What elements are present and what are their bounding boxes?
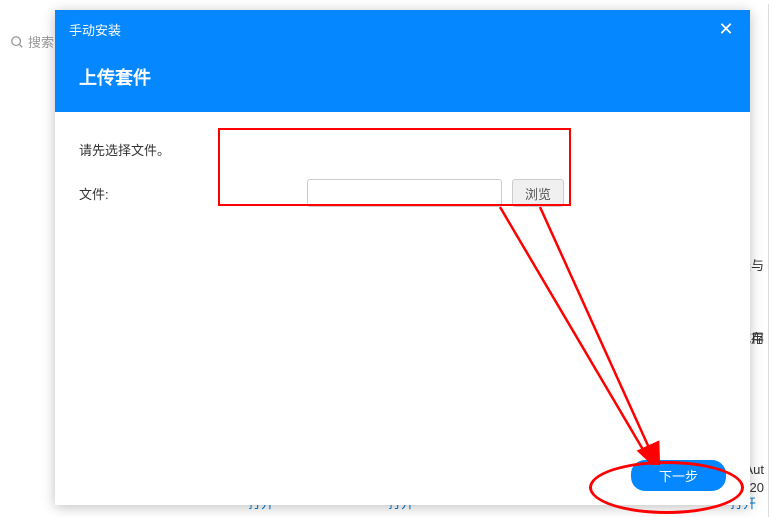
file-input-area: 浏览: [307, 179, 564, 207]
manual-install-modal: 手动安装 ✕ 上传套件 请先选择文件。 文件: 浏览 下一步: [55, 10, 750, 505]
search-icon: [10, 35, 24, 49]
instruction-text: 请先选择文件。: [79, 140, 726, 159]
border-right: [768, 4, 769, 517]
modal-titlebar-text: 手动安装: [69, 20, 121, 39]
modal-titlebar: 手动安装 ✕: [55, 10, 750, 48]
next-button[interactable]: 下一步: [631, 460, 726, 491]
modal-header: 上传套件: [55, 48, 750, 112]
search-placeholder: 搜索: [28, 32, 54, 51]
browse-button[interactable]: 浏览: [512, 179, 564, 207]
file-path-input[interactable]: [307, 179, 502, 207]
modal-body: 请先选择文件。 文件: 浏览: [55, 112, 750, 446]
file-row: 文件: 浏览: [79, 179, 726, 207]
close-icon[interactable]: ✕: [716, 19, 736, 40]
file-label: 文件:: [79, 184, 129, 203]
modal-header-title: 上传套件: [79, 68, 151, 88]
search-bar[interactable]: 搜索: [10, 32, 54, 51]
modal-footer: 下一步: [55, 446, 750, 505]
